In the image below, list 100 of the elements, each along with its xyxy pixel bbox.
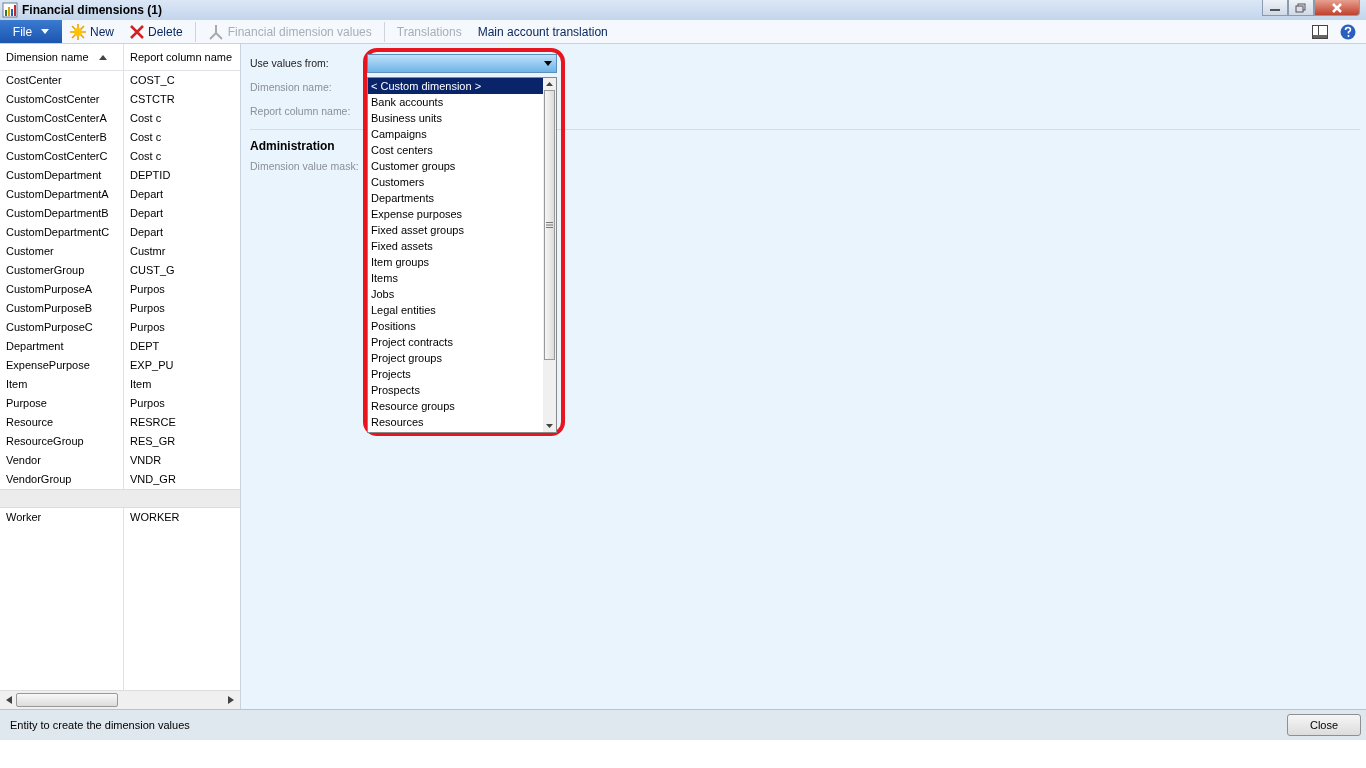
dropdown-option[interactable]: Departments bbox=[368, 190, 543, 206]
dropdown-option[interactable]: Resources bbox=[368, 414, 543, 430]
table-cell: CustomPurposeC bbox=[0, 318, 124, 337]
close-icon bbox=[1331, 2, 1343, 13]
close-dialog-button[interactable]: Close bbox=[1287, 714, 1361, 736]
dropdown-option[interactable]: Business units bbox=[368, 110, 543, 126]
caret-icon bbox=[41, 29, 50, 34]
table-cell: CustomCostCenter bbox=[0, 90, 124, 109]
sort-up-icon bbox=[98, 54, 107, 60]
dropdown-option[interactable]: Customer groups bbox=[368, 158, 543, 174]
table-cell-text: Custmr bbox=[129, 244, 167, 259]
table-cell: CustomCostCenterC bbox=[0, 147, 124, 166]
table-cell-text: Purpos bbox=[129, 301, 166, 316]
dropdown-option[interactable]: Projects bbox=[368, 366, 543, 382]
dropdown-option[interactable]: Fixed asset groups bbox=[368, 222, 543, 238]
table-cell: CustomDepartmentA bbox=[0, 185, 124, 204]
status-text: Entity to create the dimension values bbox=[10, 719, 190, 731]
table-cell-text: CUST_G bbox=[129, 263, 176, 278]
dropdown-option[interactable]: < Custom dimension > bbox=[368, 78, 543, 94]
vertical-scrollbar[interactable] bbox=[543, 78, 556, 432]
delete-icon bbox=[130, 24, 144, 39]
scroll-right-icon bbox=[228, 696, 234, 704]
app-icon bbox=[2, 2, 18, 18]
scroll-up-icon bbox=[546, 82, 553, 86]
dropdown-option[interactable]: Item groups bbox=[368, 254, 543, 270]
table-cell: ExpensePurpose bbox=[0, 356, 124, 375]
dropdown-option[interactable]: Items bbox=[368, 270, 543, 286]
table-cell-text: Purpos bbox=[129, 282, 166, 297]
table-cell-text: Depart bbox=[129, 206, 165, 221]
dropdown-option[interactable]: Cost centers bbox=[368, 142, 543, 158]
field-label: Dimension name: bbox=[250, 81, 332, 93]
column-header[interactable]: Dimension name bbox=[0, 44, 124, 70]
dropdown-option[interactable]: Resource groups bbox=[368, 398, 543, 414]
table-cell-text: RESRCE bbox=[129, 415, 177, 430]
table-cell-text: Cost c bbox=[129, 111, 163, 126]
table-cell-text: VND_GR bbox=[129, 472, 177, 487]
sun-icon bbox=[70, 23, 86, 40]
table-cell: Department bbox=[0, 337, 124, 356]
toolbar-button[interactable]: Delete bbox=[122, 21, 191, 42]
column-header[interactable]: Report column name bbox=[124, 44, 240, 70]
scroll-left-icon bbox=[6, 696, 12, 704]
table-cell: Worker bbox=[0, 508, 124, 527]
dropdown-option[interactable]: Bank accounts bbox=[368, 94, 543, 110]
dropdown-field[interactable] bbox=[367, 54, 557, 73]
dropdown-option[interactable]: Campaigns bbox=[368, 126, 543, 142]
layout-icon[interactable] bbox=[1312, 24, 1328, 39]
table-cell: CustomCostCenterA bbox=[0, 109, 124, 128]
table-cell-text: Depart bbox=[129, 187, 165, 202]
dropdown-option[interactable]: Prospects bbox=[368, 382, 543, 398]
table-cell-text: Purpos bbox=[129, 396, 166, 411]
table-cell-text: DEPT bbox=[129, 339, 161, 354]
scroll-down-icon bbox=[546, 424, 553, 428]
table-cell-text: EXP_PU bbox=[129, 358, 175, 373]
grip-icon bbox=[546, 222, 553, 228]
dropdown-option[interactable]: Project groups bbox=[368, 350, 543, 366]
dropdown-option[interactable]: Customers bbox=[368, 174, 543, 190]
dropdown-option[interactable]: Legal entities bbox=[368, 302, 543, 318]
table-cell-text: COST_C bbox=[129, 73, 176, 88]
table-cell: CustomDepartmentB bbox=[0, 204, 124, 223]
minimize-button[interactable] bbox=[1262, 0, 1288, 16]
window-title: Financial dimensions (1) bbox=[22, 3, 163, 17]
table-cell: Resource bbox=[0, 413, 124, 432]
close-button[interactable] bbox=[1314, 0, 1360, 16]
table-cell: CustomCostCenterB bbox=[0, 128, 124, 147]
table-cell: CustomPurposeA bbox=[0, 280, 124, 299]
table-cell-text: VNDR bbox=[129, 453, 163, 468]
file-menu[interactable]: File bbox=[0, 20, 62, 43]
table-cell: CostCenter bbox=[0, 71, 124, 90]
caret-icon bbox=[544, 61, 552, 66]
table-cell-text: Cost c bbox=[129, 130, 163, 145]
dropdown-option[interactable]: Fixed assets bbox=[368, 238, 543, 254]
table-cell-text: Cost c bbox=[129, 149, 163, 164]
table-cell: CustomPurposeB bbox=[0, 299, 124, 318]
dropdown-option[interactable]: Project contracts bbox=[368, 334, 543, 350]
table-cell-text: DEPTID bbox=[129, 168, 172, 183]
table-cell-text: Purpos bbox=[129, 320, 166, 335]
table-cell-text: RES_GR bbox=[129, 434, 177, 449]
table-cell: ResourceGroup bbox=[0, 432, 124, 451]
restore-button[interactable] bbox=[1288, 0, 1314, 16]
table-cell: CustomDepartment bbox=[0, 166, 124, 185]
table-cell: Purpose bbox=[0, 394, 124, 413]
toolbar-button[interactable]: New bbox=[62, 21, 122, 42]
table-cell: CustomDepartmentC bbox=[0, 223, 124, 242]
field-label: Use values from: bbox=[250, 57, 329, 69]
table-cell-text: WORKER bbox=[129, 510, 181, 525]
table-cell: CustomerGroup bbox=[0, 261, 124, 280]
dropdown-option[interactable]: Jobs bbox=[368, 286, 543, 302]
field-label: Report column name: bbox=[250, 105, 351, 117]
restore-icon bbox=[1295, 2, 1307, 13]
horizontal-scrollbar[interactable] bbox=[0, 690, 240, 709]
table-cell-text: CSTCTR bbox=[129, 92, 176, 107]
branch-icon bbox=[207, 23, 224, 40]
table-cell: Item bbox=[0, 375, 124, 394]
help-icon[interactable] bbox=[1340, 23, 1356, 40]
toolbar-button[interactable]: Main account translation bbox=[469, 21, 616, 42]
table-cell: Vendor bbox=[0, 451, 124, 470]
table-cell-text: Item bbox=[129, 377, 153, 392]
dropdown-option[interactable]: Positions bbox=[368, 318, 543, 334]
dropdown-option[interactable]: Expense purposes bbox=[368, 206, 543, 222]
section-title: Administration bbox=[250, 139, 335, 153]
